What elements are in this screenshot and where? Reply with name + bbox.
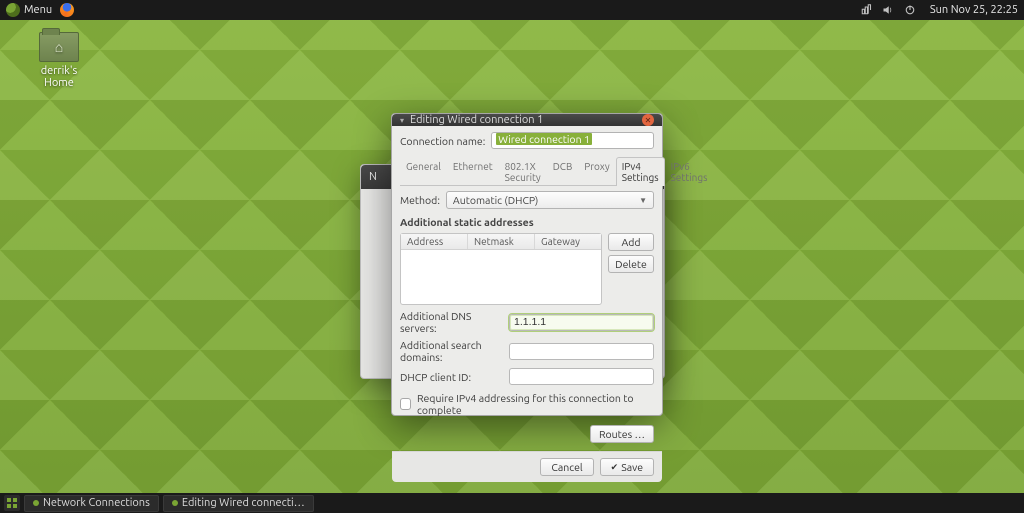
tab-proxy[interactable]: Proxy [578,157,615,186]
col-netmask[interactable]: Netmask [468,234,535,249]
require-ipv4-checkbox[interactable] [400,398,411,410]
show-desktop-button[interactable] [4,495,20,511]
dialog-footer: Cancel ✔Save [392,451,662,482]
addresses-header: Address Netmask Gateway [401,234,601,250]
dhcp-client-id-input[interactable] [509,368,654,385]
routes-button[interactable]: Routes … [590,425,654,443]
back-dialog-title: N [369,171,377,183]
bottom-panel: Network Connections Editing Wired connec… [0,493,1024,513]
save-button[interactable]: ✔Save [600,458,654,476]
task-network-connections[interactable]: Network Connections [24,495,159,512]
expand-icon: ▾ [400,116,404,125]
folder-icon: ⌂ [39,32,79,62]
method-value: Automatic (DHCP) [453,194,538,206]
delete-address-button[interactable]: Delete [608,255,654,273]
dialog-title: Editing Wired connection 1 [410,114,636,126]
menu-label: Menu [24,4,52,16]
connection-name-value: Wired connection 1 [496,133,592,145]
method-select[interactable]: Automatic (DHCP) ▼ [446,191,654,209]
volume-tray-icon[interactable] [882,4,894,16]
cancel-button[interactable]: Cancel [540,458,593,476]
close-button[interactable]: ✕ [642,114,654,126]
network-tray-icon[interactable] [860,4,872,16]
app-icon [33,500,39,506]
task-label: Editing Wired connecti… [182,497,305,509]
system-tray: Sun Nov 25, 22:25 [860,4,1018,16]
task-label: Network Connections [43,497,150,509]
addresses-section-label: Additional static addresses [400,216,654,228]
dns-servers-input[interactable] [509,314,654,331]
col-address[interactable]: Address [401,234,468,249]
firefox-launcher-icon[interactable] [60,3,74,17]
tab-general[interactable]: General [400,157,447,186]
search-domains-label: Additional search domains: [400,339,503,363]
tab-8021x-security[interactable]: 802.1X Security [499,157,547,186]
require-ipv4-label: Require IPv4 addressing for this connect… [417,392,654,416]
dhcp-client-id-label: DHCP client ID: [400,371,503,383]
menu-button[interactable]: Menu [6,3,52,17]
tab-ipv6-settings[interactable]: IPv6 Settings [665,157,714,186]
check-icon: ✔ [611,462,619,473]
dialog-titlebar[interactable]: ▾ Editing Wired connection 1 ✕ [392,114,662,126]
power-tray-icon[interactable] [904,4,916,16]
connection-name-input[interactable]: Wired connection 1 [491,132,654,149]
method-label: Method: [400,194,440,206]
dns-label: Additional DNS servers: [400,310,503,334]
distro-logo-icon [6,3,20,17]
home-folder-desktop-icon[interactable]: ⌂ derrik's Home [28,32,90,89]
tab-ethernet[interactable]: Ethernet [447,157,499,186]
chevron-down-icon: ▼ [639,196,647,205]
edit-connection-dialog: ▾ Editing Wired connection 1 ✕ Connectio… [391,113,663,416]
top-panel: Menu Sun Nov 25, 22:25 [0,0,1024,20]
col-gateway[interactable]: Gateway [535,234,601,249]
add-address-button[interactable]: Add [608,233,654,251]
home-folder-label: derrik's Home [28,65,90,89]
app-icon [172,500,178,506]
tab-ipv4-settings[interactable]: IPv4 Settings [616,157,665,186]
tabs: General Ethernet 802.1X Security DCB Pro… [400,156,654,186]
save-button-label: Save [621,461,643,473]
task-editing-wired-connection[interactable]: Editing Wired connecti… [163,495,314,512]
addresses-table[interactable]: Address Netmask Gateway [400,233,602,305]
search-domains-input[interactable] [509,343,654,360]
tab-dcb[interactable]: DCB [547,157,579,186]
connection-name-label: Connection name: [400,135,485,147]
clock[interactable]: Sun Nov 25, 22:25 [930,4,1018,16]
